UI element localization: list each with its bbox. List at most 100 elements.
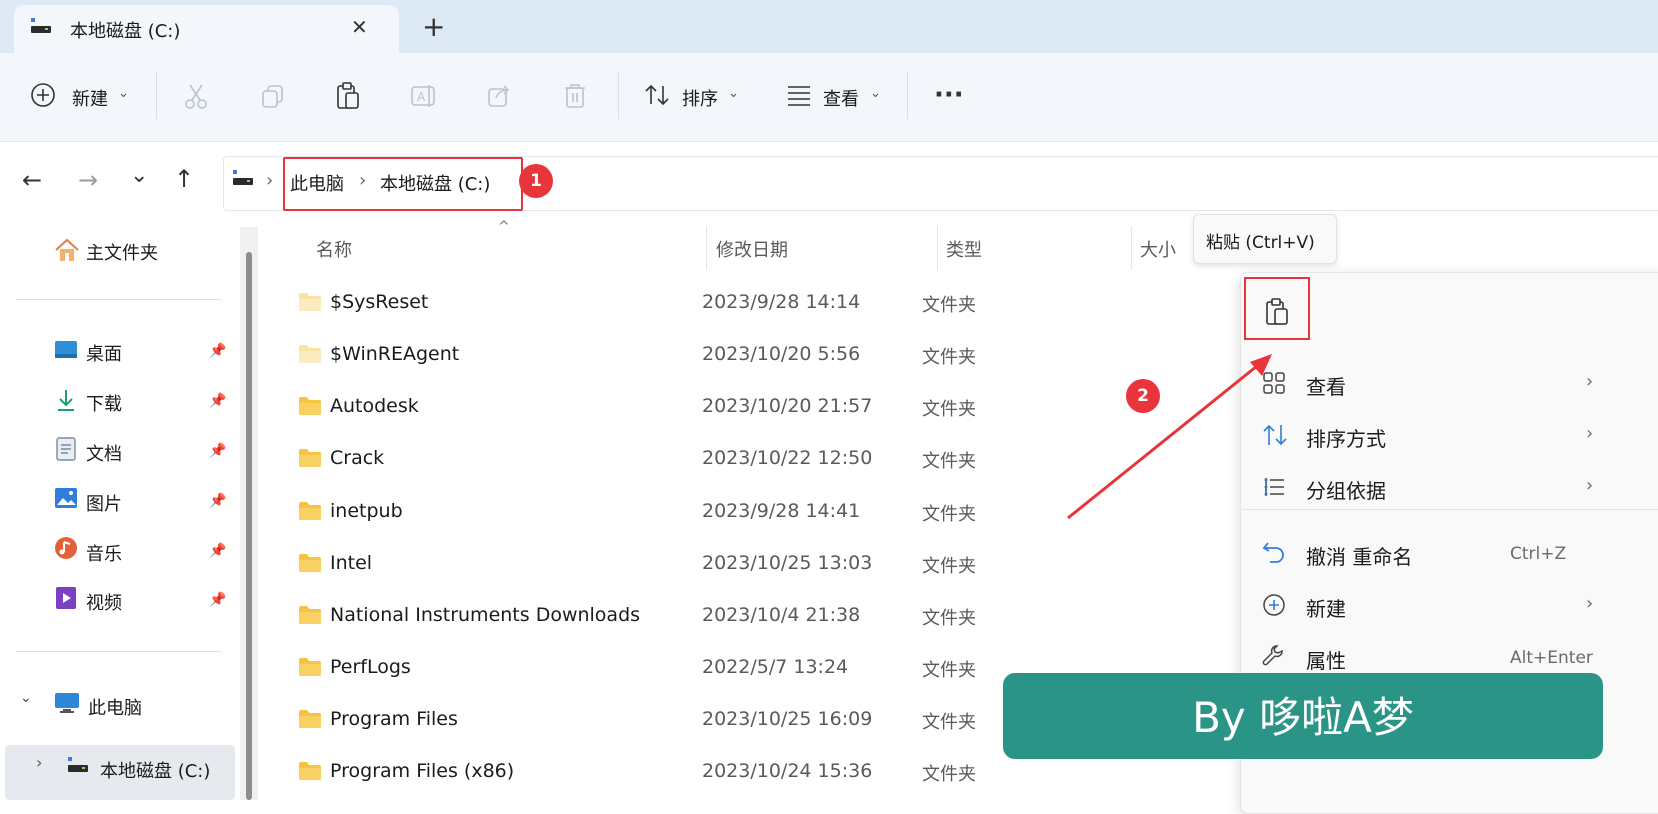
rename-icon[interactable]: A	[410, 83, 438, 109]
table-row[interactable]: Intel 2023/10/25 13:03 文件夹	[290, 537, 1040, 589]
table-row[interactable]: $SysReset 2023/9/28 14:14 文件夹	[290, 276, 1040, 328]
sidebar-divider	[16, 299, 221, 300]
table-row[interactable]: $WinREAgent 2023/10/20 5:56 文件夹	[290, 328, 1040, 380]
column-divider[interactable]	[706, 226, 707, 270]
menu-item-undo-rename[interactable]: 撤消 重命名	[1306, 541, 1412, 570]
column-divider[interactable]	[1131, 226, 1132, 270]
undo-icon	[1262, 540, 1286, 564]
file-type: 文件夹	[922, 451, 976, 472]
column-header-type[interactable]: 类型	[946, 236, 982, 262]
chevron-down-icon[interactable]: ⌄	[20, 690, 32, 706]
submenu-chevron-icon: ›	[1586, 475, 1594, 496]
folder-icon	[298, 657, 322, 677]
wrench-icon	[1262, 645, 1286, 669]
download-icon	[56, 388, 76, 412]
sort-indicator-icon: ^	[498, 219, 510, 235]
chevron-down-icon: ⌄	[870, 86, 881, 101]
menu-item-sort-by[interactable]: 排序方式	[1306, 423, 1386, 452]
delete-icon[interactable]	[563, 82, 587, 110]
file-date: 2023/10/22 12:50	[702, 447, 873, 469]
drive-icon	[232, 168, 254, 188]
paste-icon[interactable]	[335, 81, 361, 111]
sidebar-item-documents[interactable]: 文档	[86, 440, 122, 466]
file-date: 2023/10/25 13:03	[702, 552, 873, 574]
menu-item-properties[interactable]: 属性	[1306, 645, 1346, 674]
new-icon	[1262, 593, 1286, 617]
file-date: 2023/10/20 21:57	[702, 395, 873, 417]
file-name: National Instruments Downloads	[330, 604, 641, 626]
sidebar-item-desktop[interactable]: 桌面	[86, 340, 122, 366]
more-options-icon[interactable]: ···	[934, 80, 964, 110]
menu-item-view[interactable]: 查看	[1306, 371, 1346, 400]
file-date: 2023/10/25 16:09	[702, 708, 873, 730]
folder-icon	[298, 553, 322, 573]
copy-icon[interactable]	[260, 83, 286, 109]
file-name: Crack	[330, 447, 385, 469]
new-tab-icon[interactable]: +	[422, 10, 445, 43]
annotation-arrow	[1060, 350, 1280, 530]
back-button[interactable]: ←	[22, 166, 42, 194]
toolbar-divider	[618, 71, 619, 119]
file-type: 文件夹	[922, 660, 976, 681]
menu-divider	[1242, 509, 1658, 510]
view-button[interactable]	[786, 84, 812, 106]
table-row[interactable]: National Instruments Downloads 2023/10/4 …	[290, 589, 1040, 641]
sidebar-item-pictures[interactable]: 图片	[86, 490, 122, 516]
tab-close-icon[interactable]: ✕	[351, 15, 368, 39]
pin-icon: 📌	[209, 393, 227, 409]
column-header-name[interactable]: 名称	[316, 236, 352, 262]
computer-icon	[54, 692, 80, 714]
file-date: 2023/10/24 15:36	[702, 760, 873, 782]
drive-icon	[67, 755, 89, 775]
sidebar-item-home[interactable]: 主文件夹	[86, 239, 158, 265]
document-icon	[56, 437, 76, 461]
menu-item-new[interactable]: 新建	[1306, 593, 1346, 622]
column-header-date[interactable]: 修改日期	[716, 236, 788, 262]
music-icon	[54, 536, 78, 560]
new-button[interactable]	[30, 82, 56, 108]
sidebar-item-videos[interactable]: 视频	[86, 589, 122, 615]
sort-button[interactable]	[644, 82, 670, 108]
file-date: 2023/9/28 14:41	[702, 500, 861, 522]
table-row[interactable]: Program Files (x86) 2023/10/24 15:36 文件夹	[290, 745, 1040, 797]
chevron-down-icon: ⌄	[118, 86, 129, 101]
menu-item-group-by[interactable]: 分组依据	[1306, 475, 1386, 504]
file-date: 2023/9/28 14:14	[702, 291, 861, 313]
column-divider[interactable]	[937, 226, 938, 270]
recent-locations-button[interactable]: ⌄	[130, 163, 148, 188]
watermark-text: By 哆啦A梦	[1192, 693, 1414, 742]
submenu-chevron-icon: ›	[1586, 593, 1594, 614]
column-header-size[interactable]: 大小	[1140, 236, 1176, 262]
share-icon[interactable]	[486, 83, 512, 109]
table-row[interactable]: PerfLogs 2022/5/7 13:24 文件夹	[290, 641, 1040, 693]
forward-button[interactable]: →	[78, 166, 98, 194]
file-name: $SysReset	[330, 291, 429, 313]
table-row[interactable]: inetpub 2023/9/28 14:41 文件夹	[290, 485, 1040, 537]
folder-icon	[298, 292, 322, 312]
pin-icon: 📌	[209, 493, 227, 509]
tab-title: 本地磁盘 (C:)	[70, 21, 181, 42]
file-name: Program Files (x86)	[330, 760, 515, 782]
sidebar-item-this-pc[interactable]: 此电脑	[88, 694, 142, 720]
table-row[interactable]: Crack 2023/10/22 12:50 文件夹	[290, 432, 1040, 484]
tooltip-text: 粘贴 (Ctrl+V)	[1206, 233, 1315, 253]
sidebar-item-downloads[interactable]: 下载	[86, 390, 122, 416]
home-icon	[54, 238, 80, 262]
folder-icon	[298, 605, 322, 625]
cut-icon[interactable]	[183, 82, 209, 110]
sidebar-item-music[interactable]: 音乐	[86, 540, 122, 566]
file-type: 文件夹	[922, 764, 976, 785]
file-type: 文件夹	[922, 295, 976, 316]
file-date: 2023/10/4 21:38	[702, 604, 861, 626]
up-button[interactable]: ↑	[174, 165, 194, 193]
sidebar-item-local-disk[interactable]: 本地磁盘 (C:)	[100, 757, 210, 783]
sidebar-scrollbar-thumb[interactable]	[246, 252, 252, 800]
file-type: 文件夹	[922, 556, 976, 577]
chevron-right-icon[interactable]: ›	[36, 753, 42, 772]
annotation-box	[1244, 277, 1310, 340]
table-row[interactable]: Program Files 2023/10/25 16:09 文件夹	[290, 693, 1040, 745]
table-row[interactable]: Autodesk 2023/10/20 21:57 文件夹	[290, 380, 1040, 432]
plus-circle-icon	[31, 83, 55, 107]
video-icon	[55, 586, 77, 610]
submenu-chevron-icon: ›	[1586, 423, 1594, 444]
